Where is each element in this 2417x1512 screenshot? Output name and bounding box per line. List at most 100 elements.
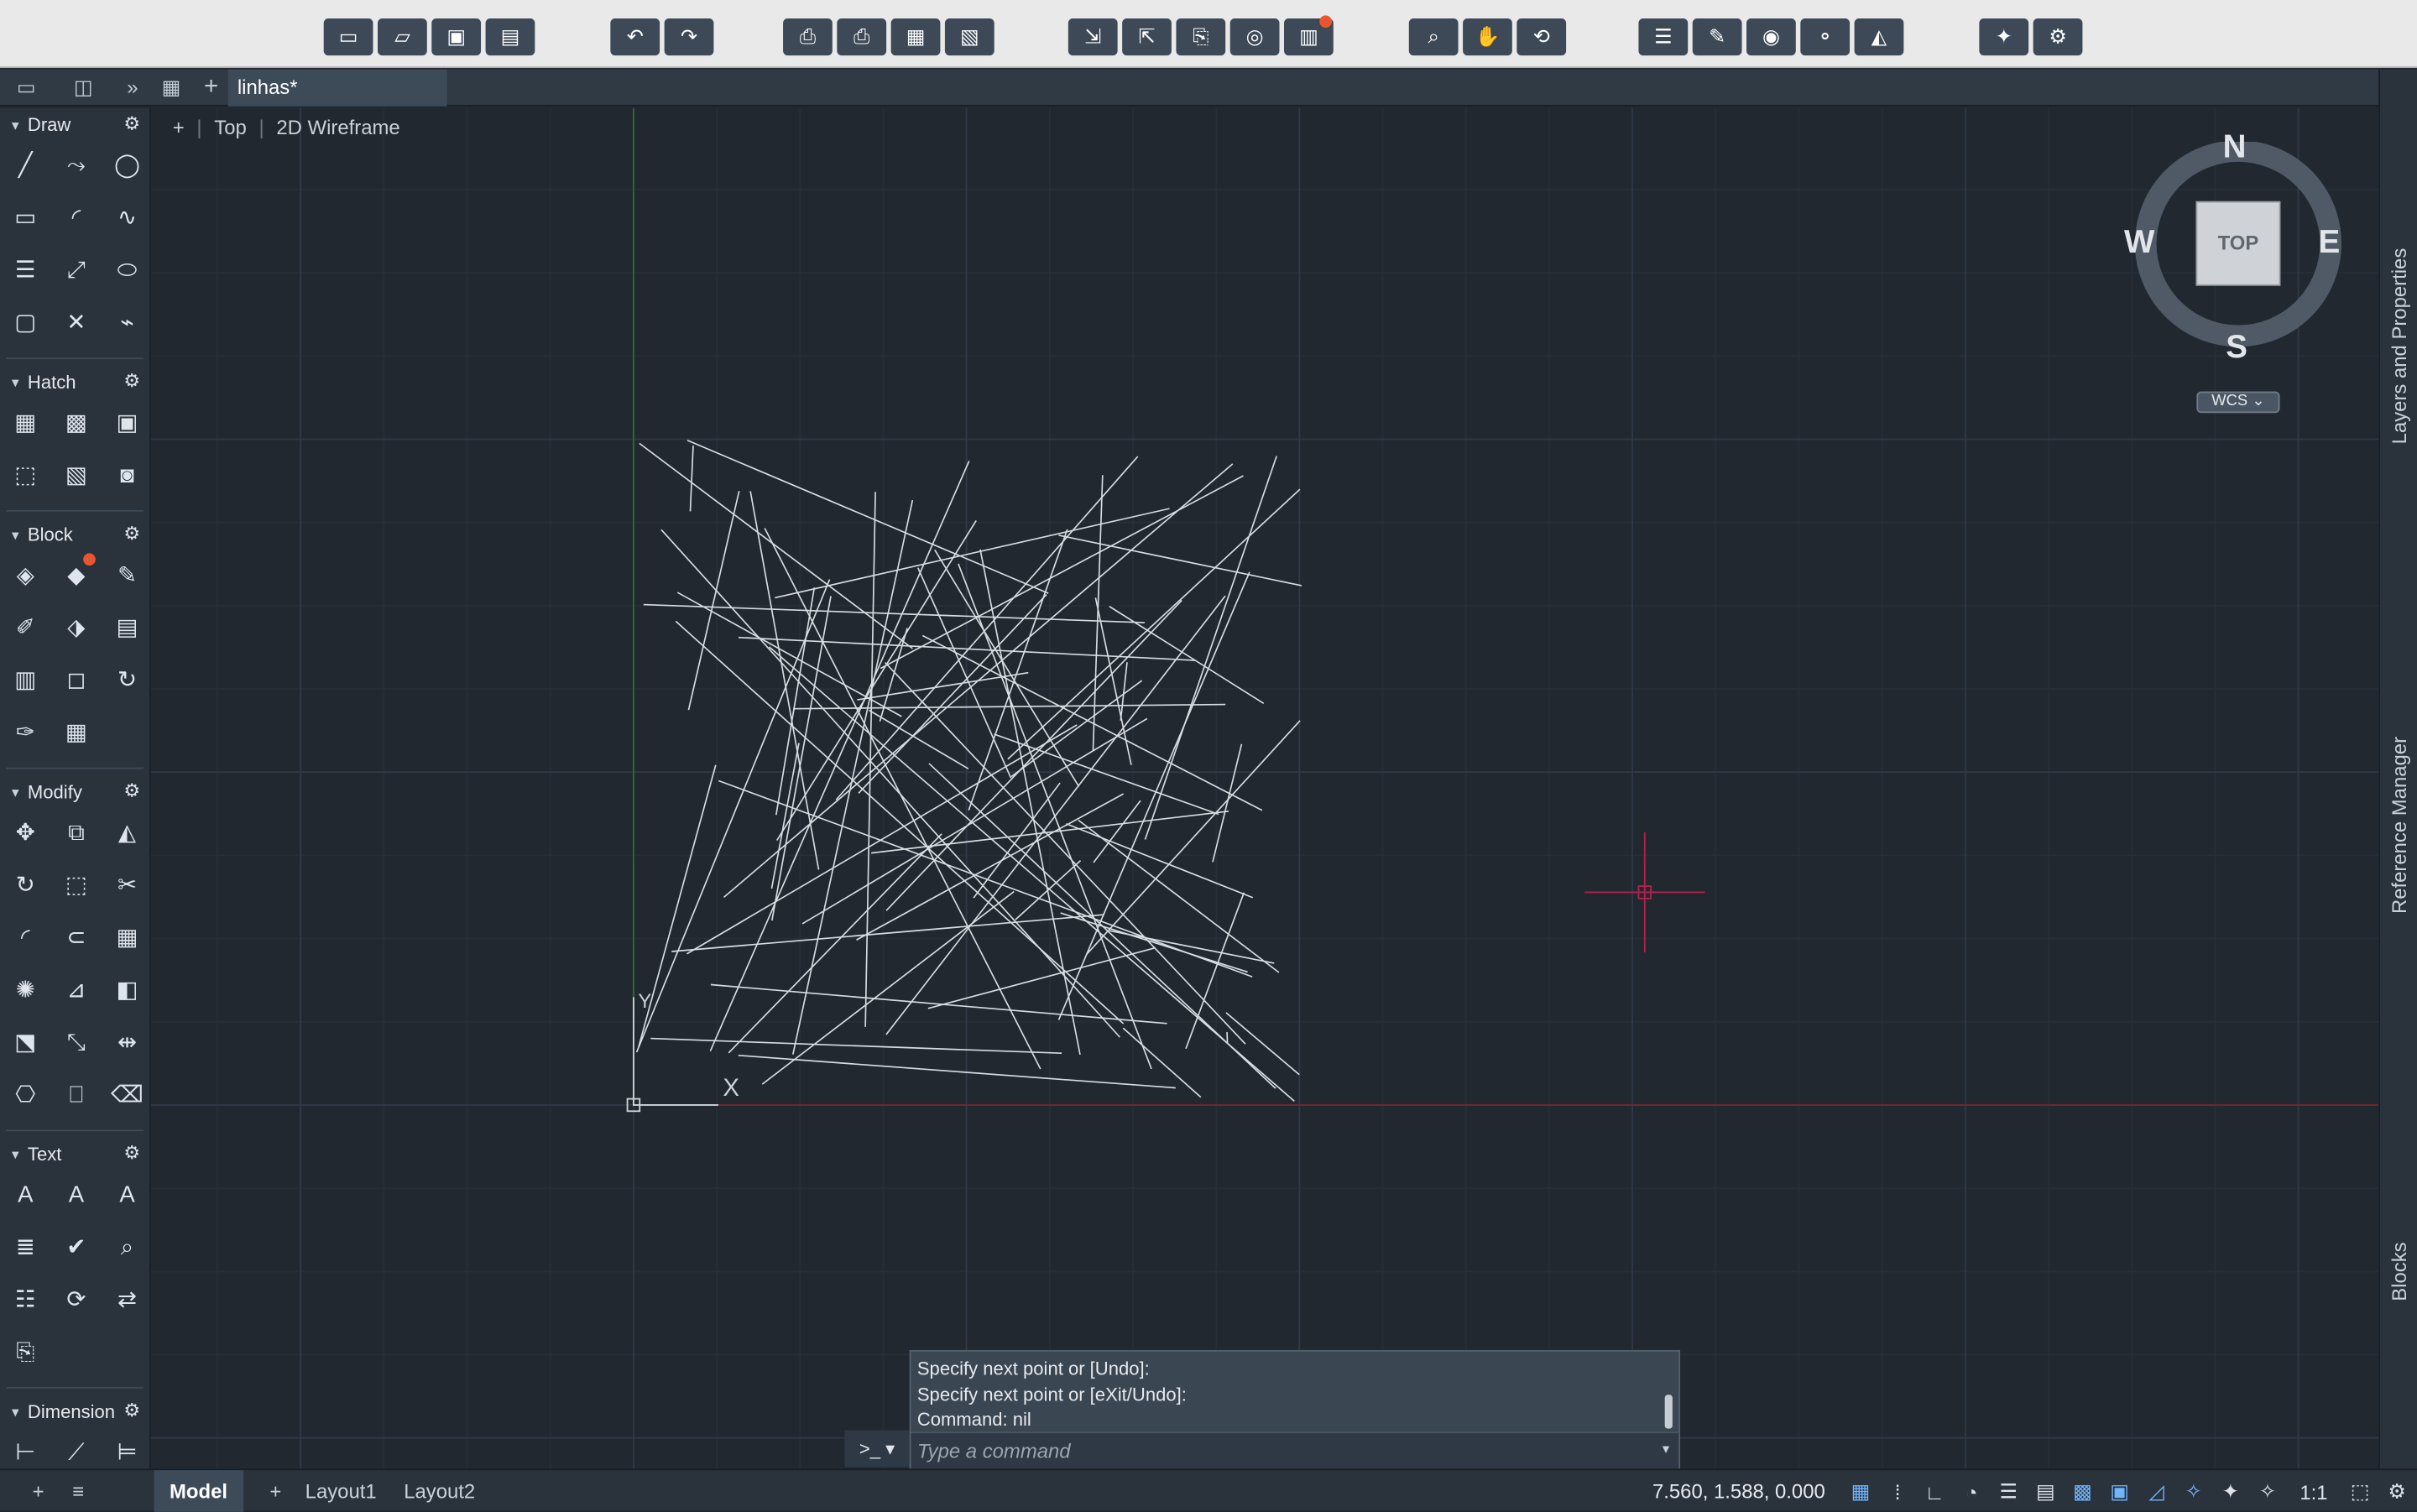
drawing-line[interactable] [675, 620, 1125, 1025]
insert-block-icon[interactable]: ◆ [51, 553, 102, 592]
notification-icon[interactable]: ▥ [1284, 15, 1334, 56]
mirror-icon[interactable]: ◭ [102, 816, 149, 849]
viewport-menu-button[interactable]: + [173, 116, 185, 139]
drawing-line[interactable] [1212, 743, 1243, 863]
page-setup-icon[interactable]: ▧ [944, 18, 994, 56]
compass-east[interactable]: E [2318, 225, 2340, 262]
rounded-rectangle-icon[interactable]: ▢ [0, 305, 51, 339]
sheet-view-icon[interactable]: ▭ [11, 74, 42, 102]
drawing-line[interactable] [643, 603, 1145, 623]
hatch-pattern-icon[interactable]: ▧ [51, 458, 102, 492]
ucs-dropdown[interactable]: WCS ⌄ [2196, 391, 2280, 414]
drawing-line[interactable] [1085, 720, 1301, 956]
polyline-icon[interactable]: ⤳ [51, 148, 102, 181]
isolate-icon[interactable]: ◭ [1854, 18, 1904, 56]
zoom-window-icon[interactable]: ⌕ [1408, 18, 1459, 56]
collapse-triangle-icon[interactable]: ▼ [9, 375, 22, 389]
drawing-line[interactable] [676, 592, 902, 717]
move-icon[interactable]: ✥ [0, 816, 51, 849]
batch-plot-icon[interactable]: ⎙ [837, 18, 887, 56]
collapse-triangle-icon[interactable]: ▼ [9, 528, 22, 542]
scale-icon[interactable]: ⬔ [0, 1025, 51, 1058]
explode-icon[interactable]: ✺ [0, 972, 51, 1006]
drawing-line[interactable] [718, 779, 1253, 978]
tab-linhas[interactable]: linhas* [227, 69, 447, 107]
drawing-line[interactable] [994, 733, 1219, 816]
layer-states-icon[interactable]: ⚬ [1800, 18, 1851, 56]
command-scrollbar[interactable] [1664, 1395, 1673, 1429]
block-table-icon[interactable]: ▦ [51, 715, 102, 748]
visual-style-button[interactable]: 2D Wireframe [276, 116, 399, 139]
hatch-icon[interactable]: ▦ [0, 405, 51, 439]
drawing-viewport[interactable]: + | Top | 2D Wireframe N S E W TOP WCS ⌄… [151, 107, 2379, 1469]
tab-layout2[interactable]: Layout2 [389, 1470, 491, 1512]
annotation-visibility-icon[interactable]: ✦ [2214, 1477, 2247, 1508]
erase-icon[interactable]: ⌫ [102, 1077, 149, 1111]
drawing-line[interactable] [709, 461, 970, 1051]
layer-icon[interactable]: ◉ [1746, 18, 1796, 56]
publish-icon[interactable]: ▦ [890, 18, 941, 56]
panel-header[interactable]: ▼ Draw ⚙ [0, 108, 149, 142]
web-share-icon[interactable]: ◎ [1229, 18, 1280, 56]
drawing-line[interactable] [775, 587, 816, 816]
gradient-icon[interactable]: ▩ [51, 405, 102, 439]
drawing-line[interactable] [686, 439, 1049, 594]
construction-line-icon[interactable]: ⤢ [51, 253, 102, 286]
annotative-text-icon[interactable]: A [102, 1177, 149, 1211]
command-input[interactable]: Type a command ▾ [911, 1431, 1679, 1469]
quick-properties-icon[interactable]: ✧ [2176, 1477, 2210, 1508]
ellipse-icon[interactable]: ⬭ [102, 253, 149, 286]
gear-icon[interactable]: ⚙ [123, 1142, 140, 1164]
render-icon[interactable]: ⚙ [2033, 18, 2083, 56]
attach-icon[interactable]: ⎘ [1176, 18, 1226, 56]
wipeout-icon[interactable]: ◙ [102, 458, 149, 492]
tab-layers-and-properties[interactable]: Layers and Properties [2380, 208, 2417, 486]
orbit-icon[interactable]: ⟲ [1516, 18, 1567, 56]
viewcube[interactable]: N S E W TOP [2124, 129, 2343, 365]
define-attribute-icon[interactable]: ✐ [0, 610, 51, 644]
tab-layout1[interactable]: Layout1 [290, 1470, 392, 1512]
collapse-triangle-icon[interactable]: ▼ [9, 1405, 22, 1419]
region-icon[interactable]: ⬚ [0, 458, 51, 492]
drawing-line[interactable] [1226, 1032, 1229, 1044]
panel-header[interactable]: ▼ Dimension ⚙ [0, 1395, 149, 1428]
drawing-line[interactable] [793, 703, 1226, 710]
create-block-icon[interactable]: ◈ [0, 558, 51, 592]
edit-block-icon[interactable]: ✎ [102, 558, 149, 592]
fillet-icon[interactable]: ◜ [0, 920, 51, 954]
copy-icon[interactable]: ⧉ [51, 816, 102, 849]
attribute-tag-icon[interactable]: ⬗ [51, 610, 102, 644]
block-palette-icon[interactable]: ▤ [102, 610, 149, 644]
text-frame-icon[interactable]: ☷ [0, 1282, 51, 1316]
viewcube-top-face[interactable]: TOP [2201, 232, 2275, 255]
capture-icon[interactable]: ✦ [1979, 18, 2029, 56]
drawing-lines[interactable] [635, 439, 1302, 1102]
rotate-icon[interactable]: ↻ [0, 868, 51, 901]
lineweight-icon[interactable]: ▤ [2028, 1477, 2062, 1508]
drawing-line[interactable] [801, 717, 1148, 925]
new-file-icon[interactable]: ▭ [323, 18, 373, 56]
aligned-dimension-icon[interactable]: ⟋ [51, 1435, 102, 1468]
rectangle-icon[interactable]: ▭ [0, 201, 51, 234]
offset-icon[interactable]: ⊂ [51, 920, 102, 954]
spell-check-icon[interactable]: ✔ [51, 1230, 102, 1264]
drawing-line[interactable] [1144, 456, 1277, 840]
tab-model[interactable]: Model [154, 1470, 243, 1512]
pdf-to-text-icon[interactable]: ⇄ [102, 1282, 149, 1316]
snap-icon[interactable]: ⁞ [1881, 1477, 1914, 1508]
undo-icon[interactable]: ↶ [610, 18, 660, 56]
write-block-icon[interactable]: ▥ [0, 663, 51, 696]
save-as-icon[interactable]: ▤ [485, 18, 535, 56]
redo-icon[interactable]: ↷ [664, 18, 714, 56]
panel-header[interactable]: ▼ Hatch ⚙ [0, 365, 149, 399]
drawing-line[interactable] [792, 499, 914, 1055]
align-icon[interactable]: ⊿ [51, 972, 102, 1006]
command-prompt-button[interactable]: >_ ▾ [844, 1430, 910, 1468]
expand-panel-icon[interactable]: » [117, 74, 149, 102]
annotation-scale-dropdown[interactable]: 1:1 [2288, 1477, 2340, 1508]
drawing-line[interactable] [738, 1054, 1176, 1089]
command-history-dropdown[interactable]: ▾ [1663, 1441, 1669, 1457]
collapse-triangle-icon[interactable]: ▼ [9, 118, 22, 133]
pdf-import-icon[interactable]: ⎘ [0, 1335, 51, 1369]
drawing-line[interactable] [858, 594, 1047, 794]
